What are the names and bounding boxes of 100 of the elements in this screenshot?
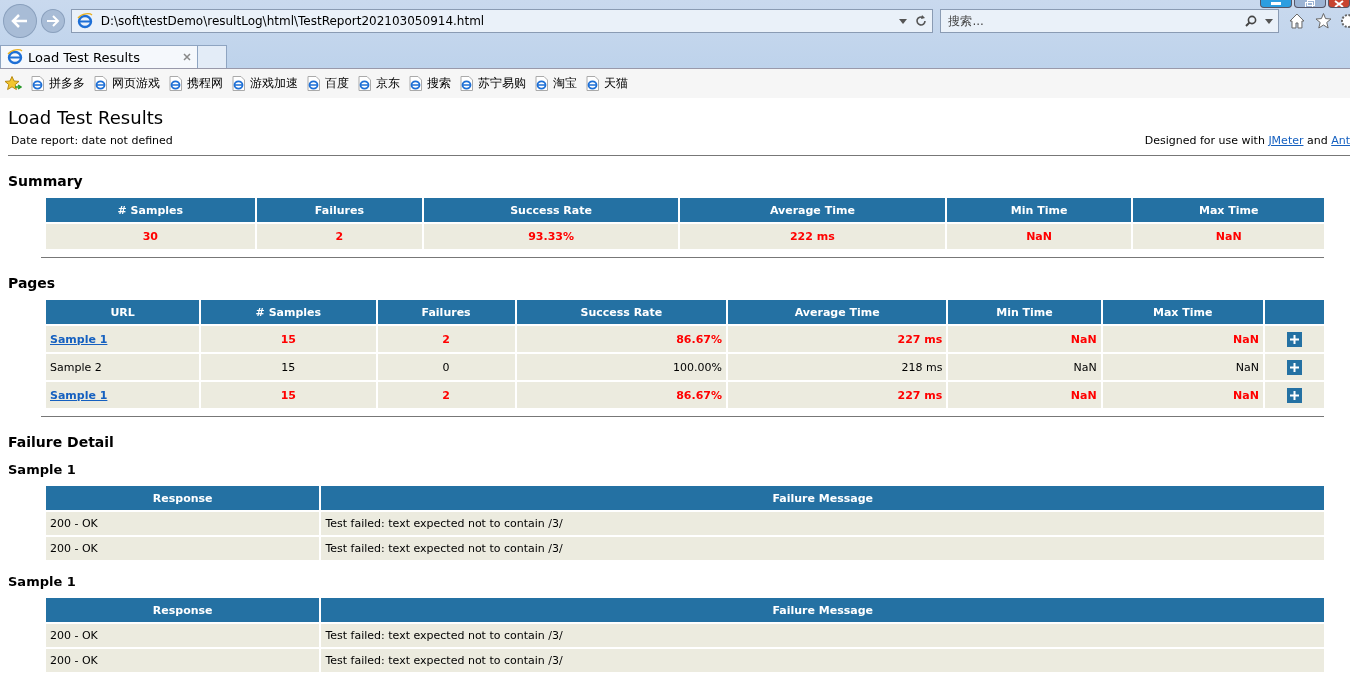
restore-button[interactable] xyxy=(1294,0,1326,8)
table-cell: 227 ms xyxy=(728,382,947,408)
column-header: Failure Message xyxy=(321,486,1324,510)
refresh-icon[interactable] xyxy=(915,15,928,27)
sample-heading: Sample 1 xyxy=(8,574,77,589)
table-cell: Sample 2 xyxy=(46,354,200,380)
favorite-link[interactable]: 拼多多 xyxy=(30,75,85,92)
table-cell: 2 xyxy=(256,224,423,249)
table-cell: 2 xyxy=(377,382,515,408)
favorite-link[interactable]: 搜索 xyxy=(408,75,451,92)
favorite-link[interactable]: 网页游戏 xyxy=(93,75,160,92)
table-cell: 0 xyxy=(377,354,515,380)
close-button[interactable] xyxy=(1328,0,1350,8)
column-header: # Samples xyxy=(46,198,255,222)
page-icon xyxy=(231,76,246,91)
section-heading: Pages xyxy=(8,275,57,291)
table-cell: NaN xyxy=(948,326,1101,352)
favorites-star-icon[interactable] xyxy=(5,76,22,91)
table-cell: 2 xyxy=(377,326,515,352)
table-cell: 93.33% xyxy=(424,224,678,249)
column-header: Average Time xyxy=(679,198,945,222)
jmeter-link[interactable]: JMeter xyxy=(1268,134,1304,147)
table-cell: 15 xyxy=(201,326,376,352)
table-cell: 218 ms xyxy=(728,354,947,380)
expand-icon[interactable] xyxy=(1286,387,1302,403)
table-cell: 200 - OK xyxy=(46,649,320,672)
column-header: Failure Message xyxy=(321,598,1324,622)
settings-icon[interactable] xyxy=(1340,13,1350,29)
back-button[interactable] xyxy=(3,4,37,38)
table-cell: NaN xyxy=(1102,382,1263,408)
dropdown-icon[interactable] xyxy=(899,18,908,24)
table-cell: 15 xyxy=(201,354,376,380)
page-icon xyxy=(93,76,108,91)
favorite-link[interactable]: 游戏加速 xyxy=(231,75,298,92)
page-icon xyxy=(534,76,549,91)
table-cell: Test failed: text expected not to contain /3/ xyxy=(321,649,1324,672)
column-header: Average Time xyxy=(728,300,947,324)
sample-heading: Sample 1 xyxy=(8,462,77,477)
table-cell: NaN xyxy=(1102,326,1263,352)
section-heading: Failure Detail xyxy=(8,434,115,450)
search-box[interactable]: 搜索... xyxy=(940,9,1280,33)
favorite-link[interactable]: 淘宝 xyxy=(534,75,577,92)
column-header: Max Time xyxy=(1133,198,1324,222)
table-cell: NaN xyxy=(1133,224,1324,249)
table-cell: Test failed: text expected not to contain /3/ xyxy=(321,624,1324,647)
search-field[interactable]: 搜索... xyxy=(946,13,1238,29)
browser-tab[interactable]: Load Test Results xyxy=(0,45,198,68)
column-header: # Samples xyxy=(201,300,376,324)
expand-icon[interactable] xyxy=(1286,359,1302,375)
column-header: Min Time xyxy=(946,198,1132,222)
ant-link[interactable]: Ant xyxy=(1331,134,1350,147)
table-cell: 86.67% xyxy=(516,326,727,352)
star-icon[interactable] xyxy=(1315,13,1333,29)
designed-text: Designed for use with xyxy=(1144,134,1265,147)
favorite-link[interactable]: 苏宁易购 xyxy=(459,75,526,92)
search-icon[interactable] xyxy=(1245,15,1258,27)
and-text: and xyxy=(1307,134,1328,147)
table-cell: 86.67% xyxy=(516,382,727,408)
column-header: Min Time xyxy=(948,300,1101,324)
expand-icon[interactable] xyxy=(1286,331,1302,347)
page-icon xyxy=(306,76,321,91)
column-header: Failures xyxy=(256,198,423,222)
column-header: Max Time xyxy=(1102,300,1263,324)
favorite-link[interactable]: 京东 xyxy=(357,75,400,92)
favorite-link[interactable]: 天猫 xyxy=(585,75,628,92)
date-report: Date report: date not defined xyxy=(11,134,173,147)
page-icon xyxy=(30,76,45,91)
page-title: Load Test Results xyxy=(8,107,165,128)
column-header: Failures xyxy=(377,300,515,324)
table-cell: 15 xyxy=(201,382,376,408)
favorite-link[interactable]: 百度 xyxy=(306,75,349,92)
dropdown-icon[interactable] xyxy=(1265,18,1274,24)
column-header: Response xyxy=(46,598,320,622)
table-cell: 200 - OK xyxy=(46,537,320,560)
table-cell: 222 ms xyxy=(679,224,945,249)
table-cell: NaN xyxy=(948,382,1101,408)
table-cell: NaN xyxy=(948,354,1101,380)
table-cell: NaN xyxy=(946,224,1132,249)
browser-logo-icon xyxy=(76,13,93,29)
page-icon xyxy=(585,76,600,91)
page-icon xyxy=(357,76,372,91)
column-header: URL xyxy=(46,300,200,324)
close-icon[interactable] xyxy=(183,53,191,61)
table-cell: 227 ms xyxy=(728,326,947,352)
table-cell: Test failed: text expected not to contain /3/ xyxy=(321,537,1324,560)
page-icon xyxy=(408,76,423,91)
table-cell: 200 - OK xyxy=(46,512,320,535)
table-cell: NaN xyxy=(1102,354,1263,380)
browser-logo-icon xyxy=(7,49,23,65)
address-bar[interactable]: D:\soft\testDemo\resultLog\html\TestReport202103050914.html xyxy=(70,9,934,33)
table-cell: 200 - OK xyxy=(46,624,320,647)
column-header xyxy=(1264,300,1324,324)
column-header: Success Rate xyxy=(424,198,678,222)
minimize-button[interactable] xyxy=(1260,0,1292,8)
table-cell: 100.00% xyxy=(516,354,727,380)
page-icon xyxy=(459,76,474,91)
home-icon[interactable] xyxy=(1289,13,1306,29)
favorite-link[interactable]: 携程网 xyxy=(168,75,223,92)
forward-button[interactable] xyxy=(40,9,65,33)
column-header: Response xyxy=(46,486,320,510)
